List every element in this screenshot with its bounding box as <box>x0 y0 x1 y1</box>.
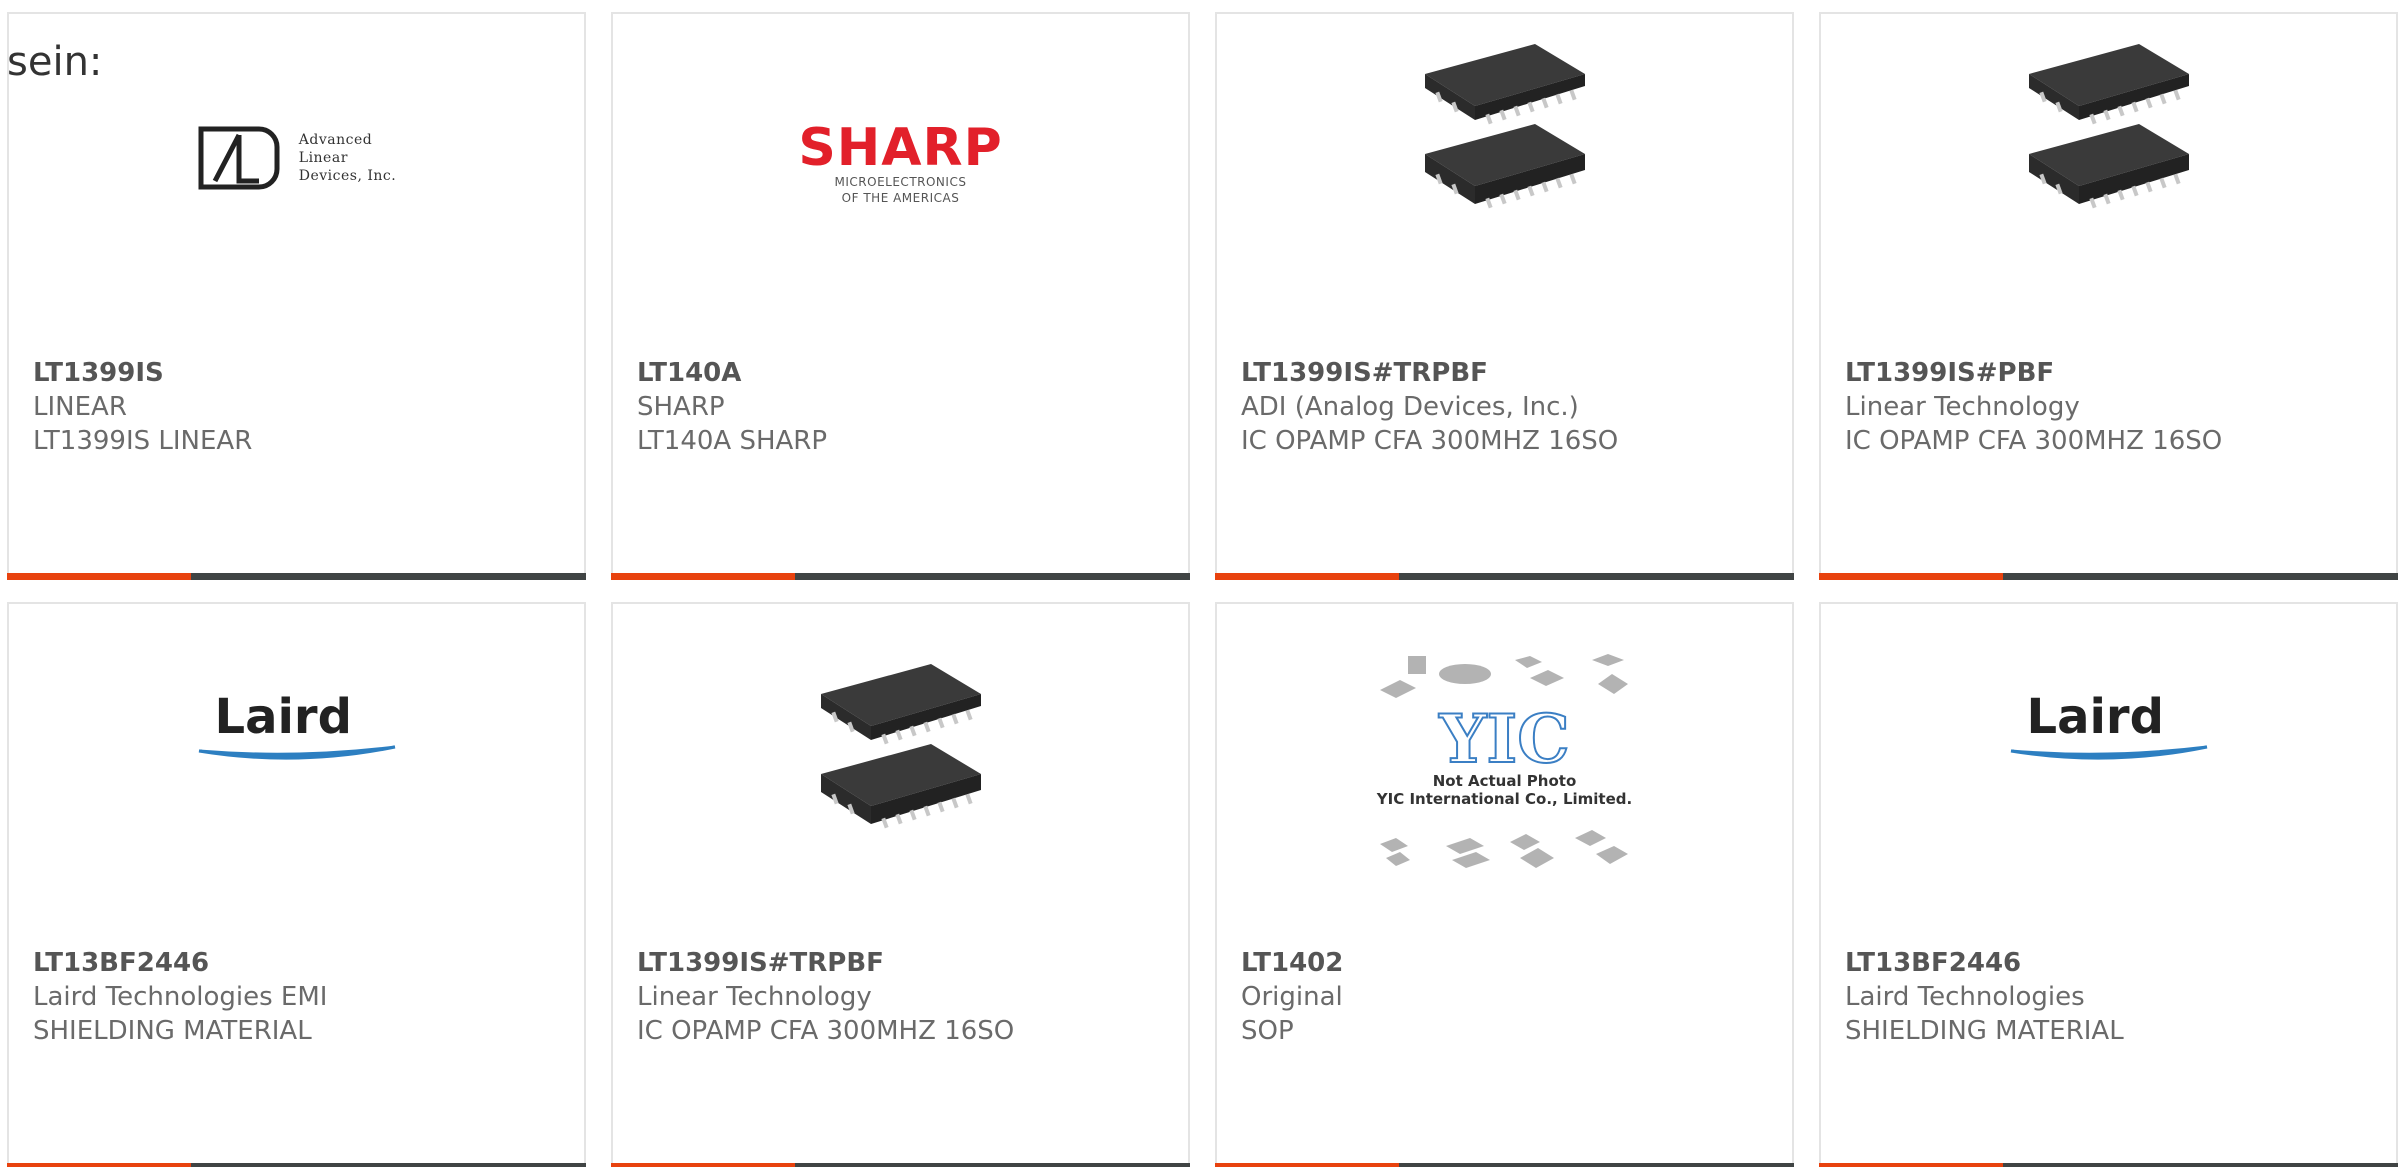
card-accent-bar <box>1215 1163 1399 1167</box>
product-info: LT140A SHARP LT140A SHARP <box>637 356 1168 458</box>
product-image[interactable]: Advanced Linear Devices, Inc. <box>9 74 584 314</box>
card-bottom-bar <box>1819 1163 2398 1167</box>
product-card[interactable]: LT1399IS#PBF Linear Technology IC OPAMP … <box>1819 12 2398 580</box>
product-card[interactable]: YIC Not Actual Photo YIC International C… <box>1215 602 1794 1167</box>
product-info: LT13BF2446 Laird Technologies EMI SHIELD… <box>33 946 564 1048</box>
product-image[interactable]: Laird <box>9 664 584 904</box>
manufacturer: LINEAR <box>33 392 127 422</box>
yic-logo-mark: YIC <box>1438 700 1571 778</box>
product-listing-page: sein: Advanced Linear Devices, Inc. LT13… <box>0 0 2400 1167</box>
card-accent-bar <box>611 1163 795 1167</box>
manufacturer: ADI (Analog Devices, Inc.) <box>1241 392 1579 422</box>
manufacturer: Laird Technologies <box>1845 982 2085 1012</box>
ald-logo: Advanced Linear Devices, Inc. <box>197 125 396 191</box>
manufacturer: SHARP <box>637 392 725 422</box>
ic-chip-icon <box>1424 44 1585 209</box>
ald-emblem-icon <box>198 126 280 190</box>
ic-chip-icon <box>820 664 981 829</box>
card-bottom-bar <box>1215 573 1794 580</box>
card-bottom-bar <box>7 573 586 580</box>
part-number[interactable]: LT13BF2446 <box>33 946 564 980</box>
card-accent-bar <box>1819 1163 2003 1167</box>
part-number[interactable]: LT1399IS#TRPBF <box>1241 356 1772 390</box>
product-image[interactable]: SHARP MICROELECTRONICS OF THE AMERICAS <box>613 74 1188 314</box>
product-info: LT1399IS#TRPBF ADI (Analog Devices, Inc.… <box>1241 356 1772 458</box>
part-number[interactable]: LT1402 <box>1241 946 1772 980</box>
description: IC OPAMP CFA 300MHZ 16SO <box>637 1016 1015 1046</box>
ald-logo-line: Advanced <box>298 132 373 148</box>
manufacturer: Original <box>1241 982 1343 1012</box>
product-card[interactable]: LT1399IS#TRPBF ADI (Analog Devices, Inc.… <box>1215 12 1794 580</box>
product-info: LT1402 Original SOP <box>1241 946 1772 1048</box>
laird-swoosh-icon <box>2010 745 2207 760</box>
component-parts-icon <box>1379 830 1628 868</box>
description: SHIELDING MATERIAL <box>1845 1016 2124 1046</box>
product-image[interactable] <box>1217 44 1792 314</box>
manufacturer: Linear Technology <box>1845 392 2080 422</box>
card-bottom-bar <box>7 1163 586 1167</box>
card-bottom-bar <box>1215 1163 1794 1167</box>
product-info: LT1399IS#TRPBF Linear Technology IC OPAM… <box>637 946 1168 1048</box>
card-accent-bar <box>7 573 191 580</box>
laird-logo: Laird <box>197 689 397 769</box>
ic-chip-icon <box>2028 44 2189 209</box>
description: SHIELDING MATERIAL <box>33 1016 312 1046</box>
card-accent-bar <box>7 1163 191 1167</box>
component-parts-icon <box>1379 654 1628 698</box>
product-info: LT1399IS LINEAR LT1399IS LINEAR <box>33 356 564 458</box>
description: IC OPAMP CFA 300MHZ 16SO <box>1845 426 2223 456</box>
product-info: LT1399IS#PBF Linear Technology IC OPAMP … <box>1845 356 2376 458</box>
part-number[interactable]: LT1399IS#TRPBF <box>637 946 1168 980</box>
yic-placeholder: YIC Not Actual Photo YIC International C… <box>1370 652 1640 876</box>
card-bottom-bar <box>611 1163 1190 1167</box>
product-card[interactable]: Laird LT13BF2446 Laird Technologies SHIE… <box>1819 602 2398 1167</box>
card-accent-bar <box>1215 573 1399 580</box>
card-accent-bar <box>611 573 795 580</box>
intro-text: sein: <box>7 39 103 85</box>
product-image[interactable]: YIC Not Actual Photo YIC International C… <box>1217 654 1792 904</box>
manufacturer: Linear Technology <box>637 982 872 1012</box>
sharp-logo-word: SHARP <box>798 118 1003 178</box>
sharp-logo: SHARP MICROELECTRONICS OF THE AMERICAS <box>798 122 1002 206</box>
product-grid: Advanced Linear Devices, Inc. LT1399IS L… <box>7 12 2400 1167</box>
product-card[interactable]: SHARP MICROELECTRONICS OF THE AMERICAS L… <box>611 12 1190 580</box>
product-card[interactable]: LT1399IS#TRPBF Linear Technology IC OPAM… <box>611 602 1190 1167</box>
laird-logo: Laird <box>2009 689 2209 769</box>
laird-swoosh-icon <box>198 745 395 760</box>
product-image[interactable] <box>613 664 1188 904</box>
product-info: LT13BF2446 Laird Technologies SHIELDING … <box>1845 946 2376 1048</box>
part-number[interactable]: LT1399IS#PBF <box>1845 356 2376 390</box>
product-card[interactable]: Laird LT13BF2446 Laird Technologies EMI … <box>7 602 586 1167</box>
part-number[interactable]: LT1399IS <box>33 356 564 390</box>
part-number[interactable]: LT13BF2446 <box>1845 946 2376 980</box>
card-bottom-bar <box>1819 573 2398 580</box>
yic-caption-line: YIC International Co., Limited. <box>1376 790 1633 808</box>
ald-logo-line: Devices, Inc. <box>298 168 397 184</box>
product-image[interactable]: Laird <box>1821 664 2396 904</box>
part-number[interactable]: LT140A <box>637 356 1168 390</box>
card-accent-bar <box>1819 573 2003 580</box>
description: LT1399IS LINEAR <box>33 426 253 456</box>
yic-caption-line: Not Actual Photo <box>1432 772 1577 790</box>
product-image[interactable] <box>1821 44 2396 314</box>
sharp-logo-sub: OF THE AMERICAS <box>841 191 960 205</box>
ald-logo-line: Linear <box>298 150 348 166</box>
description: IC OPAMP CFA 300MHZ 16SO <box>1241 426 1619 456</box>
card-bottom-bar <box>611 573 1190 580</box>
manufacturer: Laird Technologies EMI <box>33 982 328 1012</box>
product-card[interactable]: Advanced Linear Devices, Inc. LT1399IS L… <box>7 12 586 580</box>
description: SOP <box>1241 1016 1294 1046</box>
description: LT140A SHARP <box>637 426 828 456</box>
